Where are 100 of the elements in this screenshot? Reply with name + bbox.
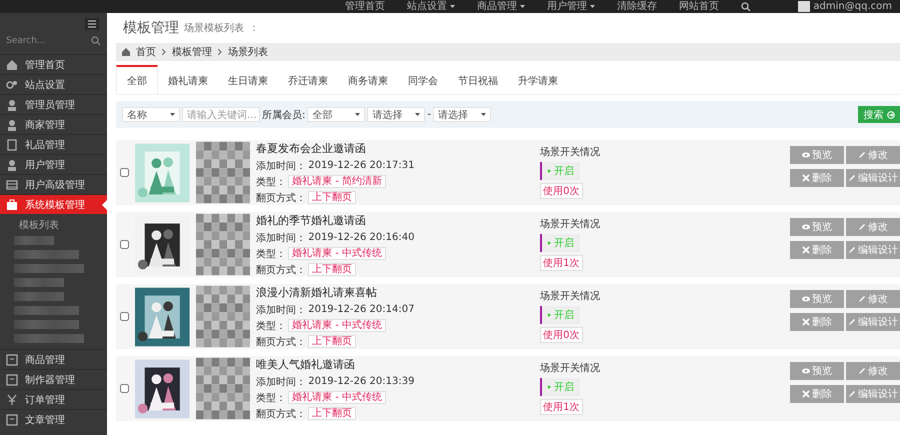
category-tab[interactable]: 同学会	[398, 65, 448, 94]
sidebar-item[interactable]: 管理首页	[0, 54, 107, 74]
member-label: 所属会员:	[262, 108, 306, 122]
sidebar-item[interactable]: 订单管理	[0, 389, 107, 409]
eye-icon	[802, 223, 810, 231]
status-label: 场景开关情况	[540, 362, 602, 375]
flip-label: 翻页方式：	[256, 336, 306, 348]
type-label: 类型：	[256, 176, 286, 188]
box-icon	[6, 414, 18, 426]
box-icon	[6, 374, 18, 386]
nav-link[interactable]: 网站首页	[679, 0, 719, 13]
sidebar-item[interactable]: 礼品管理	[0, 134, 107, 154]
category-tab[interactable]: 婚礼请柬	[158, 65, 218, 94]
sidebar-item[interactable]: 商品管理	[0, 349, 107, 369]
flip-tag: 上下翻页	[308, 263, 356, 276]
sidebar-item[interactable]: 系统模板管理	[0, 194, 107, 214]
row-checkbox[interactable]	[120, 168, 129, 177]
breadcrumb-link[interactable]: 模板管理	[172, 45, 212, 59]
flip-tag: 上下翻页	[308, 191, 356, 204]
yen-icon	[6, 394, 18, 406]
type-tag: 婚礼请柬 - 中式传统	[288, 319, 386, 332]
category-tab[interactable]: 生日请柬	[218, 65, 278, 94]
nav-link[interactable]: 用户管理	[547, 0, 595, 13]
row-checkbox[interactable]	[120, 312, 129, 321]
template-title[interactable]: 唯美人气婚礼邀请函	[256, 356, 534, 372]
avatar-icon	[798, 1, 810, 12]
type-tag: 婚礼请柬 - 简约清新	[288, 175, 386, 188]
chevron-icon	[218, 49, 222, 55]
sidebar-item[interactable]: 制作器管理	[0, 369, 107, 389]
user-icon	[6, 158, 18, 170]
flip-label: 翻页方式：	[256, 264, 306, 276]
play-icon	[548, 239, 552, 247]
user-icon	[6, 118, 18, 130]
select-dropdown[interactable]: 名称	[122, 107, 180, 122]
select-dropdown[interactable]: 请选择	[432, 107, 491, 122]
type-label: 类型：	[256, 248, 286, 260]
select-dropdown[interactable]: 全部	[307, 107, 366, 122]
sidebar-item[interactable]: 商家管理	[0, 114, 107, 134]
sidebar-subitem[interactable]: 模板列表	[0, 214, 107, 234]
template-title[interactable]: 春夏发布会企业邀请函	[256, 140, 534, 156]
pencil-icon	[858, 367, 866, 375]
nav-link[interactable]: 清除缓存	[617, 0, 657, 13]
range-separator: -	[427, 109, 431, 120]
close-icon	[802, 318, 810, 326]
breadcrumb-link[interactable]: 首页	[136, 45, 156, 59]
sidebar-item[interactable]: 站点设置	[0, 74, 107, 94]
pixelated-text	[14, 320, 79, 329]
table-icon	[6, 178, 18, 190]
caret-icon	[170, 113, 175, 116]
type-label: 类型：	[256, 392, 286, 404]
user-email[interactable]: admin@qq.com	[813, 1, 892, 12]
category-tab[interactable]: 节日祝福	[448, 65, 508, 94]
pixelated-text	[14, 278, 64, 287]
time-value: 2019-12-26 20:14:07	[308, 304, 414, 315]
home-icon	[6, 58, 18, 70]
row-checkbox[interactable]	[120, 240, 129, 249]
arrow-circle-icon	[886, 110, 894, 118]
time-value: 2019-12-26 20:16:40	[308, 232, 414, 243]
page-subtitle: 场景模板列表	[184, 22, 244, 35]
usage-tag: 使用1次	[540, 399, 583, 415]
usage-tag: 使用0次	[540, 327, 583, 343]
nav-link[interactable]: 商品管理	[477, 0, 525, 13]
pencil-icon	[858, 151, 866, 159]
play-icon	[548, 383, 552, 391]
category-tab[interactable]: 乔迁请柬	[278, 65, 338, 94]
sidebar-item[interactable]: 文章管理	[0, 409, 107, 429]
template-title[interactable]: 浪漫小清新婚礼请柬喜帖	[256, 284, 534, 300]
time-label: 添加时间：	[256, 376, 306, 388]
type-tag: 婚礼请柬 - 中式传统	[288, 391, 386, 404]
template-title[interactable]: 婚礼的季节婚礼邀请函	[256, 212, 534, 228]
breadcrumb-link[interactable]: 场景列表	[228, 45, 268, 59]
category-tab[interactable]: 商务请柬	[338, 65, 398, 94]
time-value: 2019-12-26 20:13:39	[308, 376, 414, 387]
eye-icon	[802, 151, 810, 159]
search-icon	[741, 2, 751, 12]
page-title: 模板管理	[123, 19, 179, 37]
type-label: 类型：	[256, 320, 286, 332]
close-icon	[802, 246, 810, 254]
row-checkbox[interactable]	[120, 384, 129, 393]
pencil-icon	[858, 223, 866, 231]
menu-icon	[88, 20, 96, 28]
play-icon	[548, 311, 552, 319]
type-tag: 婚礼请柬 - 中式传统	[288, 247, 386, 260]
close-icon	[802, 174, 810, 182]
caret-icon	[480, 113, 486, 116]
menu-button[interactable]	[85, 18, 99, 30]
usage-tag: 使用0次	[540, 183, 583, 199]
pixelated-text	[14, 264, 84, 273]
sidebar-item[interactable]: 管理员管理	[0, 94, 107, 114]
eye-icon	[802, 367, 810, 375]
nav-link[interactable]: 站点设置	[407, 0, 455, 13]
select-dropdown[interactable]: 请选择	[367, 107, 426, 122]
time-label: 添加时间：	[256, 232, 306, 244]
search-icon	[91, 36, 101, 46]
nav-link[interactable]: 管理首页	[345, 0, 385, 13]
sidebar-item[interactable]: 用户管理	[0, 154, 107, 174]
caret-icon	[415, 113, 420, 116]
category-tab[interactable]: 升学请柬	[508, 65, 568, 94]
pixelated-text	[14, 236, 54, 245]
category-tab[interactable]: 全部	[116, 65, 158, 94]
